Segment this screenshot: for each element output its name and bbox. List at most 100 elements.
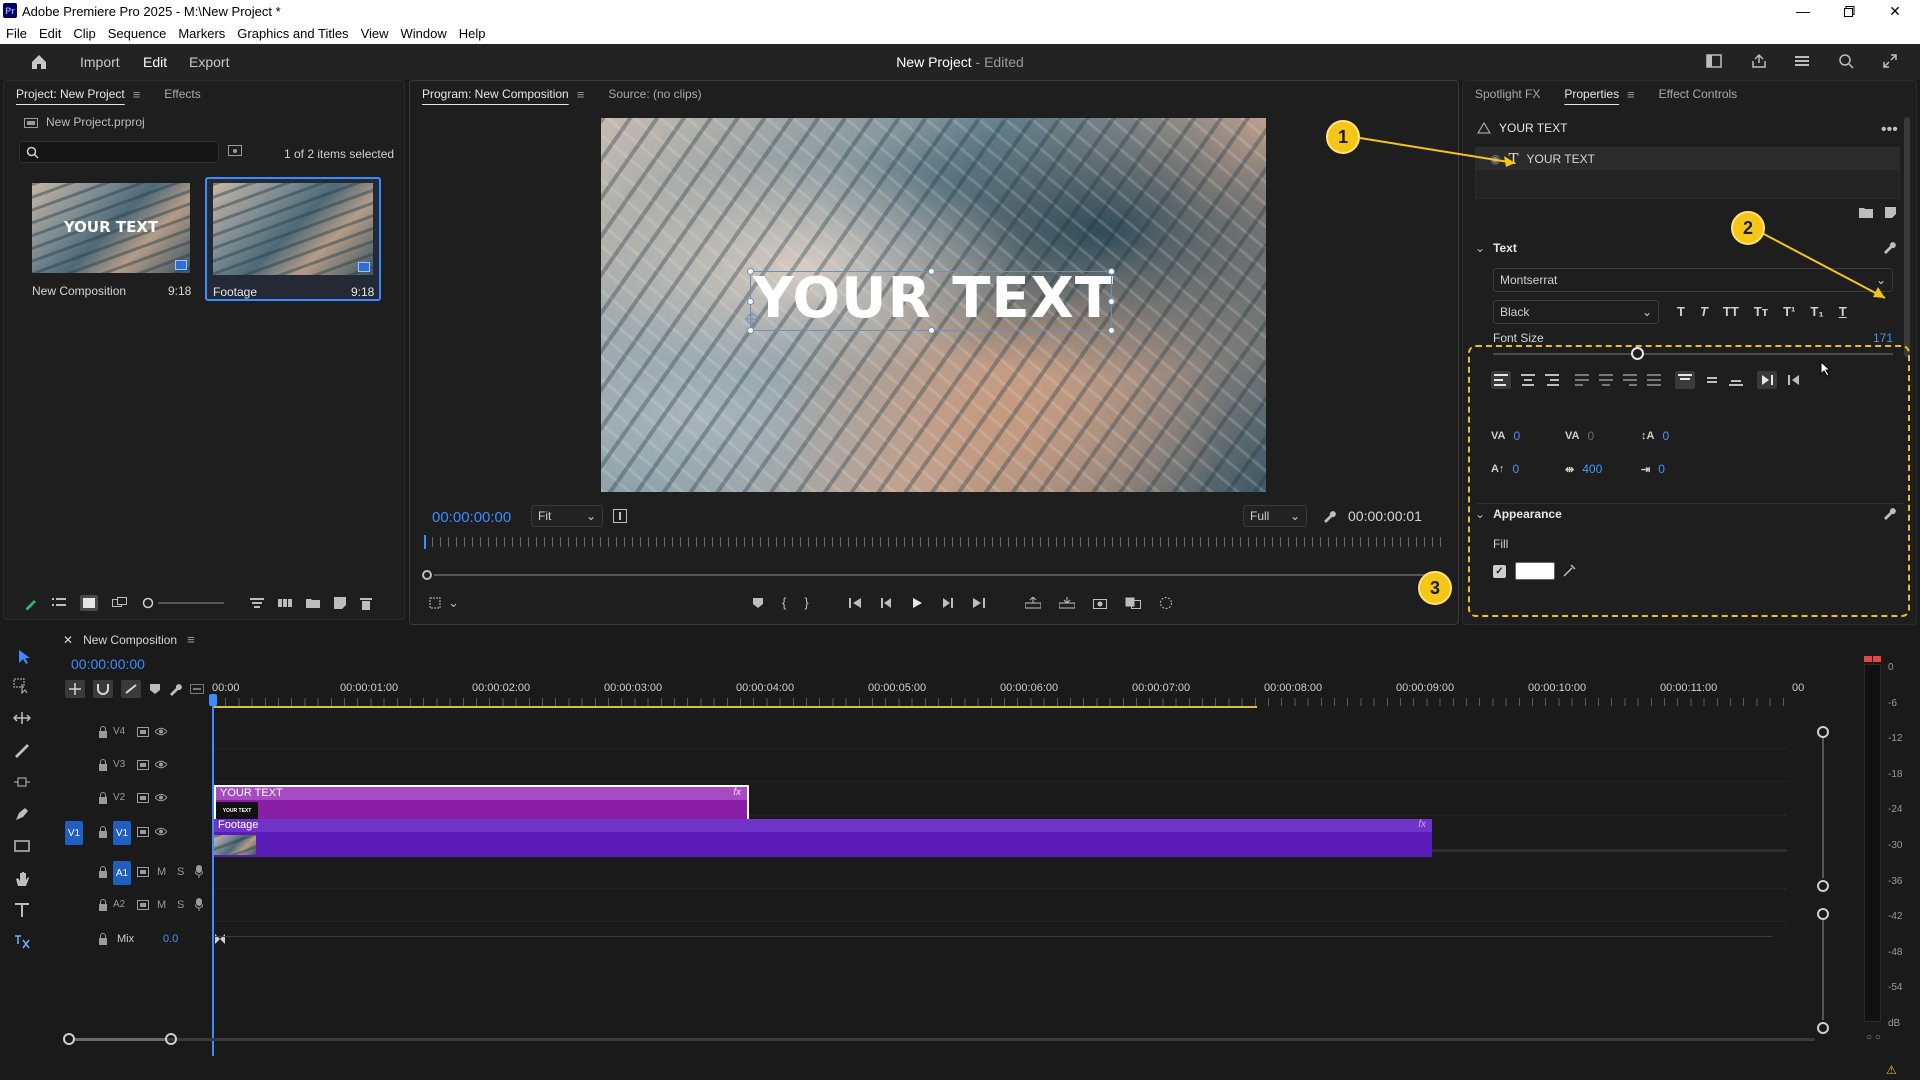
mute-button[interactable]: M [157,899,166,911]
panel-menu-icon[interactable]: ≡ [1627,87,1635,102]
bin-filter-icon[interactable] [228,145,242,157]
search-input[interactable] [19,141,219,163]
slip-tool-icon[interactable] [13,774,31,790]
timeline-settings-icon[interactable] [169,683,182,696]
menu-view[interactable]: View [361,26,389,41]
hand-tool-icon[interactable] [13,870,31,888]
project-item-new-composition[interactable]: YOUR TEXT New Composition 9:18 [28,181,196,381]
zoom-slider[interactable] [142,597,224,609]
track-label-a1[interactable]: A1 [113,861,131,885]
sync-lock-icon[interactable] [137,727,149,737]
lock-icon[interactable] [98,759,108,771]
step-back-icon[interactable] [880,597,893,609]
monitor-time-ruler[interactable] [424,537,1448,547]
export-frame-icon[interactable] [1092,597,1107,609]
sync-lock-icon[interactable] [137,760,149,770]
track-lane-a2[interactable] [212,889,1787,922]
microphone-icon[interactable] [195,865,203,878]
text-bounding-box[interactable] [745,268,1115,334]
lift-icon[interactable] [1024,596,1041,609]
pen-tool-icon[interactable] [13,806,31,822]
close-sequence-icon[interactable]: ✕ [63,633,73,647]
menu-file[interactable]: File [6,26,27,41]
eye-icon[interactable] [155,793,167,802]
font-size-value[interactable]: 171 [1873,331,1893,345]
sync-lock-icon[interactable] [137,900,149,910]
sequence-tab[interactable]: ✕ New Composition ≡ [63,632,195,647]
clip-indicator-right[interactable] [1873,656,1881,662]
ripple-edit-tool-icon[interactable] [13,710,31,726]
resize-handle[interactable] [1108,268,1115,275]
menu-window[interactable]: Window [401,26,447,41]
menu-clip[interactable]: Clip [73,26,95,41]
add-marker-icon[interactable] [752,597,764,609]
properties-scrollbar[interactable] [1904,117,1910,357]
linked-selection-icon[interactable] [121,680,141,698]
eye-icon[interactable] [155,760,167,769]
comparison-view-icon[interactable] [1125,597,1141,609]
microphone-icon[interactable] [195,898,203,911]
monitor-zoom-scrollbar[interactable] [422,570,1452,580]
go-to-in-icon[interactable] [848,597,863,609]
solo-button[interactable]: S [177,899,184,911]
resize-handle[interactable] [1108,327,1115,334]
add-marker-icon[interactable] [149,683,161,695]
source-patch-v1[interactable]: V1 [65,821,83,845]
warning-icon[interactable]: ⚠ [1886,1063,1897,1077]
lock-icon[interactable] [98,826,108,838]
tab-export[interactable]: Export [189,54,229,70]
workspaces-icon[interactable] [1706,54,1722,68]
clip-indicator-left[interactable] [1864,656,1872,662]
eye-icon[interactable] [155,827,167,836]
lock-icon[interactable] [98,899,108,911]
track-label-v4[interactable]: V4 [113,726,125,737]
sync-lock-icon[interactable] [137,827,149,837]
new-bin-icon[interactable] [306,597,320,609]
project-item-footage[interactable]: Footage 9:18 [205,177,381,301]
menu-help[interactable]: Help [459,26,486,41]
track-label-v1[interactable]: V1 [113,821,131,845]
playhead-timecode[interactable]: 00:00:00:00 [432,509,511,526]
rectangle-tool-icon[interactable] [13,838,31,854]
track-lane-v4[interactable] [212,716,1787,749]
tab-edit[interactable]: Edit [143,54,167,70]
panel-menu-icon[interactable]: ≡ [133,87,141,102]
razor-tool-icon[interactable] [13,742,31,758]
track-label-v2[interactable]: V2 [113,792,125,803]
sync-lock-icon[interactable] [137,867,149,877]
timeline-timecode[interactable]: 00:00:00:00 [71,656,145,672]
go-to-out-icon[interactable] [971,597,985,609]
search-help-icon[interactable] [1838,53,1854,69]
insert-nest-icon[interactable] [65,680,85,698]
tab-effect-controls[interactable]: Effect Controls [1647,87,1749,101]
timeline-playhead[interactable] [209,694,217,1056]
tab-program[interactable]: Program: New Composition ≡ [410,87,596,102]
footage-clip[interactable]: Footage fx [214,819,1432,857]
lock-icon[interactable] [98,792,108,804]
resize-handle[interactable] [928,268,935,275]
work-area-bar[interactable] [212,706,1257,708]
tab-source[interactable]: Source: (no clips) [596,87,713,101]
sort-icon[interactable] [250,597,264,609]
fx-badge[interactable]: fx [733,787,741,798]
text-clip[interactable]: YOUR TEXT fx YOUR TEXT [214,785,749,822]
mute-button[interactable]: M [157,866,166,878]
extract-icon[interactable] [1058,596,1075,609]
minimize-button[interactable]: — [1780,0,1826,22]
monitor-playhead[interactable] [424,535,426,549]
track-lane-v3[interactable] [212,749,1787,782]
multicam-icon[interactable] [1159,596,1173,610]
resize-handle[interactable] [747,327,754,334]
anchor-point-icon[interactable] [745,312,759,326]
track-lane-a1[interactable] [212,856,1787,889]
solo-buttons[interactable]: ○ ○ [1866,1032,1881,1043]
resize-handle[interactable] [928,327,935,334]
mark-out-icon[interactable]: } [804,595,808,610]
solo-button[interactable]: S [177,866,184,878]
fullscreen-icon[interactable] [1882,53,1898,69]
overlay-settings[interactable]: ⌄ [428,595,459,611]
quality-dropdown[interactable]: Full ⌄ [1243,505,1307,527]
pencil-icon[interactable] [24,596,38,610]
automate-to-sequence-icon[interactable] [278,597,292,609]
fx-badge[interactable]: fx [1418,819,1426,830]
